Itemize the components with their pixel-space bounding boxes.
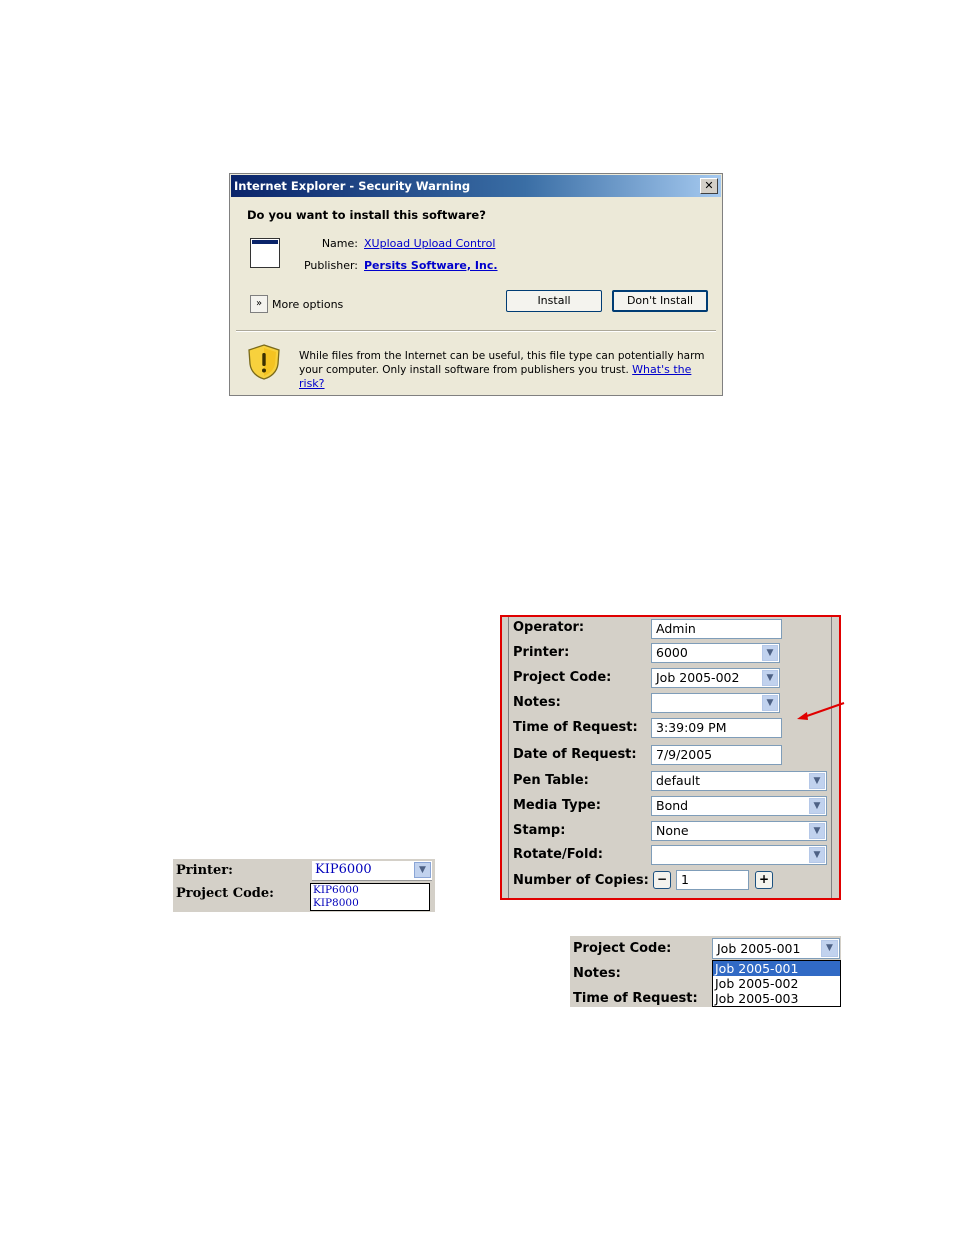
chevron-down-icon[interactable]: ▼ (809, 773, 825, 789)
dialog-title: Internet Explorer - Security Warning (234, 179, 471, 193)
media-type-value: Bond (656, 798, 689, 813)
printer-option[interactable]: KIP6000 (311, 884, 429, 897)
project-code-dropdown-snippet: Project Code: Notes: Time of Request: Jo… (570, 936, 841, 1007)
printer-option[interactable]: KIP8000 (311, 897, 429, 910)
operator-label: Operator: (513, 620, 585, 635)
notes-select[interactable]: ▼ (651, 693, 780, 713)
dont-install-button[interactable]: Don't Install (612, 290, 708, 312)
annotation-arrow-icon (797, 702, 845, 720)
project-code-select[interactable]: Job 2005-002 ▼ (651, 668, 780, 688)
warning-message: While files from the Internet can be use… (299, 349, 717, 391)
decrement-copies-button[interactable]: − (653, 871, 671, 889)
chevron-down-icon[interactable]: ▼ (414, 862, 431, 878)
chevron-down-icon[interactable]: ▼ (821, 940, 838, 957)
more-options-label: More options (272, 297, 344, 311)
media-type-select[interactable]: Bond ▼ (651, 796, 827, 816)
rotate-fold-select[interactable]: ▼ (651, 845, 827, 865)
printer-label: Printer: (513, 645, 570, 660)
time-of-request-label: Time of Request: (573, 991, 698, 1006)
project-code-option[interactable]: Job 2005-001 (713, 961, 840, 976)
shield-warning-icon (248, 344, 280, 380)
notes-label: Notes: (573, 966, 621, 981)
print-request-form: Operator: Admin Printer: 6000 ▼ Project … (500, 615, 841, 900)
chevron-down-icon[interactable]: ▼ (762, 670, 778, 686)
name-link[interactable]: XUpload Upload Control (364, 237, 495, 250)
date-of-request-field[interactable]: 7/9/2005 (651, 745, 782, 765)
name-label: Name: (321, 237, 358, 250)
more-options-toggle[interactable]: » More options (250, 294, 343, 314)
project-code-options-list: Job 2005-001 Job 2005-002 Job 2005-003 (712, 960, 841, 1007)
pen-table-value: default (656, 773, 700, 788)
install-question: Do you want to install this software? (247, 208, 486, 222)
chevron-down-icon[interactable]: ▼ (762, 695, 778, 711)
project-code-select[interactable]: Job 2005-001 ▼ (712, 938, 840, 959)
date-of-request-label: Date of Request: (513, 747, 637, 762)
project-code-label: Project Code: (513, 670, 612, 685)
dialog-titlebar[interactable]: Internet Explorer - Security Warning ✕ (231, 175, 721, 197)
divider (236, 330, 716, 332)
project-code-label: Project Code: (176, 886, 274, 901)
printer-label: Printer: (176, 863, 233, 878)
chevron-down-icon[interactable]: ▼ (809, 823, 825, 839)
pen-table-select[interactable]: default ▼ (651, 771, 827, 791)
close-button[interactable]: ✕ (700, 178, 718, 194)
publisher-label: Publisher: (303, 259, 358, 272)
pen-table-label: Pen Table: (513, 773, 589, 788)
project-code-selected-value: Job 2005-001 (717, 941, 801, 956)
operator-field[interactable]: Admin (651, 619, 782, 639)
project-code-value: Job 2005-002 (656, 670, 740, 685)
increment-copies-button[interactable]: + (755, 871, 773, 889)
install-button[interactable]: Install (506, 290, 602, 312)
project-code-label: Project Code: (573, 941, 672, 956)
chevron-down-icon[interactable]: » (250, 295, 268, 313)
printer-select[interactable]: KIP6000 ▼ (312, 861, 432, 881)
project-code-option[interactable]: Job 2005-002 (713, 976, 840, 991)
rotate-fold-label: Rotate/Fold: (513, 847, 603, 862)
project-code-option[interactable]: Job 2005-003 (713, 991, 840, 1006)
chevron-down-icon[interactable]: ▼ (762, 645, 778, 661)
printer-options-list: KIP6000 KIP8000 (310, 883, 430, 911)
chevron-down-icon[interactable]: ▼ (809, 798, 825, 814)
time-of-request-field[interactable]: 3:39:09 PM (651, 718, 782, 738)
notes-label: Notes: (513, 695, 561, 710)
printer-selected-value: KIP6000 (315, 862, 372, 877)
printer-dropdown-snippet: Printer: Project Code: KIP6000 ▼ KIP6000… (173, 859, 435, 912)
security-warning-dialog: Internet Explorer - Security Warning ✕ D… (229, 173, 723, 396)
stamp-label: Stamp: (513, 823, 566, 838)
chevron-down-icon[interactable]: ▼ (809, 847, 825, 863)
application-icon (250, 238, 280, 268)
number-of-copies-field[interactable]: 1 (676, 870, 749, 890)
number-of-copies-label: Number of Copies: (513, 873, 649, 888)
stamp-select[interactable]: None ▼ (651, 821, 827, 841)
publisher-link[interactable]: Persits Software, Inc. (364, 259, 498, 272)
stamp-value: None (656, 823, 689, 838)
printer-value: 6000 (656, 645, 688, 660)
media-type-label: Media Type: (513, 798, 601, 813)
printer-select[interactable]: 6000 ▼ (651, 643, 780, 663)
time-of-request-label: Time of Request: (513, 720, 638, 735)
